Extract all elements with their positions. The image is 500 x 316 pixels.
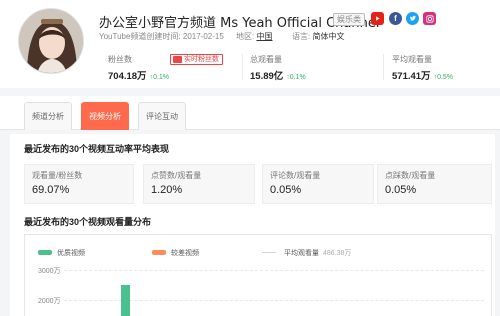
facebook-icon[interactable]: f bbox=[389, 12, 402, 25]
y-tick-label: 2000万 bbox=[38, 298, 61, 305]
stat-change: ↑0.5% bbox=[433, 74, 454, 81]
live-badge-label: 实时粉丝数 bbox=[184, 56, 219, 63]
engagement-title: 最近发布的30个视频互动率平均表现 bbox=[24, 144, 170, 154]
language-label: 语言: bbox=[292, 32, 311, 41]
tab-bar bbox=[0, 96, 500, 130]
stat-label: 总观看量 bbox=[250, 55, 282, 64]
language-value: 简体中文 bbox=[312, 32, 345, 41]
stat-value: 15.89亿 ↑0.1% bbox=[250, 68, 306, 82]
stat-change: ↑0.1% bbox=[286, 74, 306, 81]
stat-change: ↑0.1% bbox=[149, 74, 170, 81]
metric-label: 点赞数/观看量 bbox=[151, 171, 202, 180]
legend-average-views[interactable]: 平均观看量 486.38万 bbox=[284, 248, 351, 258]
channel-avatar[interactable] bbox=[18, 8, 84, 74]
gridline bbox=[64, 270, 484, 271]
channel-header: 办公室小野官方频道 Ms Yeah Official Channel 娱乐类 f… bbox=[0, 0, 500, 88]
chart-bar[interactable] bbox=[121, 285, 130, 316]
tab-channel-analysis[interactable]: 频道分析 bbox=[24, 102, 72, 130]
distribution-chart bbox=[24, 234, 492, 316]
legend-average-label: 平均观看量 bbox=[284, 250, 319, 257]
twitter-icon[interactable] bbox=[406, 12, 419, 25]
stat-value: 571.41万 ↑0.5% bbox=[392, 68, 453, 82]
avatar-image bbox=[19, 9, 83, 73]
stat-total-views: 总观看量 15.89亿 ↑0.1% bbox=[250, 54, 306, 82]
divider bbox=[383, 54, 384, 80]
tv-icon bbox=[173, 56, 182, 63]
distribution-title: 最近发布的30个视频观看量分布 bbox=[24, 217, 152, 227]
metric-comments-per-view: 评论数/观看量 0.05% bbox=[262, 164, 374, 204]
tab-comment-interaction[interactable]: 评论互动 bbox=[138, 102, 186, 130]
metric-value: 0.05% bbox=[385, 184, 417, 196]
metric-value: 0.05% bbox=[270, 184, 302, 196]
metric-value: 1.20% bbox=[151, 184, 183, 196]
divider bbox=[242, 54, 243, 80]
instagram-icon[interactable] bbox=[423, 12, 436, 25]
metric-dislikes-per-view: 点踩数/观看量 0.05% bbox=[377, 164, 492, 204]
metric-views-per-subscriber: 观看量/粉丝数 69.07% bbox=[24, 164, 134, 204]
legend-swatch-poor bbox=[152, 250, 166, 255]
language-info: 语言: 简体中文 bbox=[292, 31, 344, 42]
legend-poor-videos[interactable]: 较差视频 bbox=[171, 248, 199, 258]
stat-number: 704.18万 bbox=[108, 71, 147, 82]
created-date: YouTube频道创建时间: 2017-02-15 bbox=[99, 32, 224, 41]
live-subscribers-button[interactable]: 实时粉丝数 bbox=[170, 54, 223, 65]
category-badge: 娱乐类 bbox=[333, 13, 365, 26]
stat-average-views: 平均观看量 571.41万 ↑0.5% bbox=[392, 54, 453, 82]
metric-likes-per-view: 点赞数/观看量 1.20% bbox=[143, 164, 255, 204]
stat-label: 平均观看量 bbox=[392, 55, 432, 64]
region-info: 地区: 中国 bbox=[236, 31, 272, 42]
legend-swatch-good bbox=[38, 250, 52, 255]
metric-label: 点踩数/观看量 bbox=[385, 171, 436, 180]
metric-value: 69.07% bbox=[32, 184, 70, 196]
tab-video-analysis[interactable]: 视频分析 bbox=[81, 102, 129, 130]
stat-label: 粉丝数 bbox=[108, 55, 132, 64]
legend-good-videos[interactable]: 优质视频 bbox=[57, 248, 85, 258]
stat-subscribers: 粉丝数 704.18万 ↑0.1% bbox=[108, 54, 169, 82]
region-value[interactable]: 中国 bbox=[256, 32, 272, 41]
youtube-icon[interactable] bbox=[371, 12, 384, 25]
metric-label: 观看量/粉丝数 bbox=[32, 171, 83, 180]
stat-number: 571.41万 bbox=[392, 71, 431, 82]
legend-average-value: 486.38万 bbox=[323, 250, 352, 257]
metric-label: 评论数/观看量 bbox=[270, 171, 321, 180]
stat-value: 704.18万 ↑0.1% bbox=[108, 68, 169, 82]
stat-number: 15.89亿 bbox=[250, 71, 284, 82]
region-label: 地区: bbox=[236, 32, 255, 41]
legend-line-average bbox=[262, 252, 276, 253]
y-tick-label: 3000万 bbox=[38, 268, 61, 275]
